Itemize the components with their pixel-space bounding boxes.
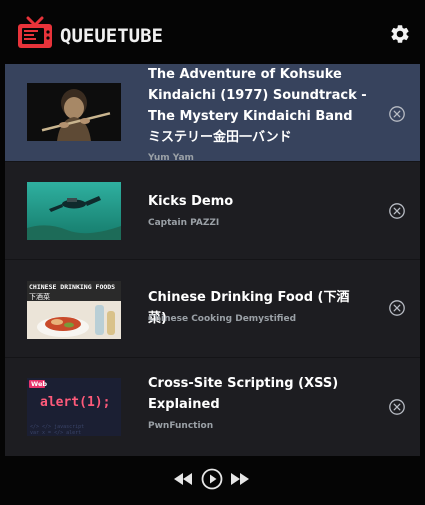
tv-logo-icon xyxy=(18,16,52,48)
thumbnail-caption: CHINESE DRINKING FOODS xyxy=(29,283,116,291)
video-thumbnail: CHINESE DRINKING FOODS 下酒菜 xyxy=(27,281,121,339)
channel-name: PwnFunction xyxy=(148,421,214,431)
close-circle-icon[interactable] xyxy=(388,398,406,416)
queue-list: The Adventure of Kohsuke Kindaichi (1977… xyxy=(5,64,420,456)
close-circle-icon[interactable] xyxy=(388,299,406,317)
video-thumbnail xyxy=(27,83,121,141)
video-thumbnail: </> </> javascript var x = </> alert Web… xyxy=(27,378,121,436)
app-title: QUEUETUBE xyxy=(60,25,163,47)
play-circle-icon[interactable] xyxy=(201,468,223,490)
video-thumbnail xyxy=(27,182,121,240)
queue-item-active[interactable]: The Adventure of Kohsuke Kindaichi (1977… xyxy=(5,64,420,163)
channel-name: Chinese Cooking Demystified xyxy=(148,314,297,324)
queue-item[interactable]: </> </> javascript var x = </> alert Web… xyxy=(5,358,420,456)
queue-item[interactable]: Kicks Demo Captain PAZZI xyxy=(5,162,420,260)
fast-forward-icon[interactable] xyxy=(229,471,251,487)
video-title[interactable]: Cross-Site Scripting (XSS) Explained xyxy=(148,373,368,415)
close-circle-icon[interactable] xyxy=(388,202,406,220)
queue-item[interactable]: CHINESE DRINKING FOODS 下酒菜 Chinese Drink… xyxy=(5,260,420,358)
player-controls xyxy=(0,456,425,505)
rewind-icon[interactable] xyxy=(172,471,194,487)
thumbnail-badge: Web xyxy=(31,380,47,388)
gear-icon[interactable] xyxy=(389,23,411,45)
channel-name: Captain PAZZI xyxy=(148,218,220,228)
video-title[interactable]: The Adventure of Kohsuke Kindaichi (1977… xyxy=(148,64,368,148)
video-title[interactable]: Kicks Demo xyxy=(148,191,368,212)
app-header: QUEUETUBE xyxy=(0,0,425,64)
close-circle-icon[interactable] xyxy=(388,105,406,123)
thumbnail-code: alert(1); xyxy=(40,395,111,410)
svg-text:var x = </> alert: var x = </> alert xyxy=(30,430,81,436)
thumbnail-caption-cn: 下酒菜 xyxy=(29,293,50,301)
